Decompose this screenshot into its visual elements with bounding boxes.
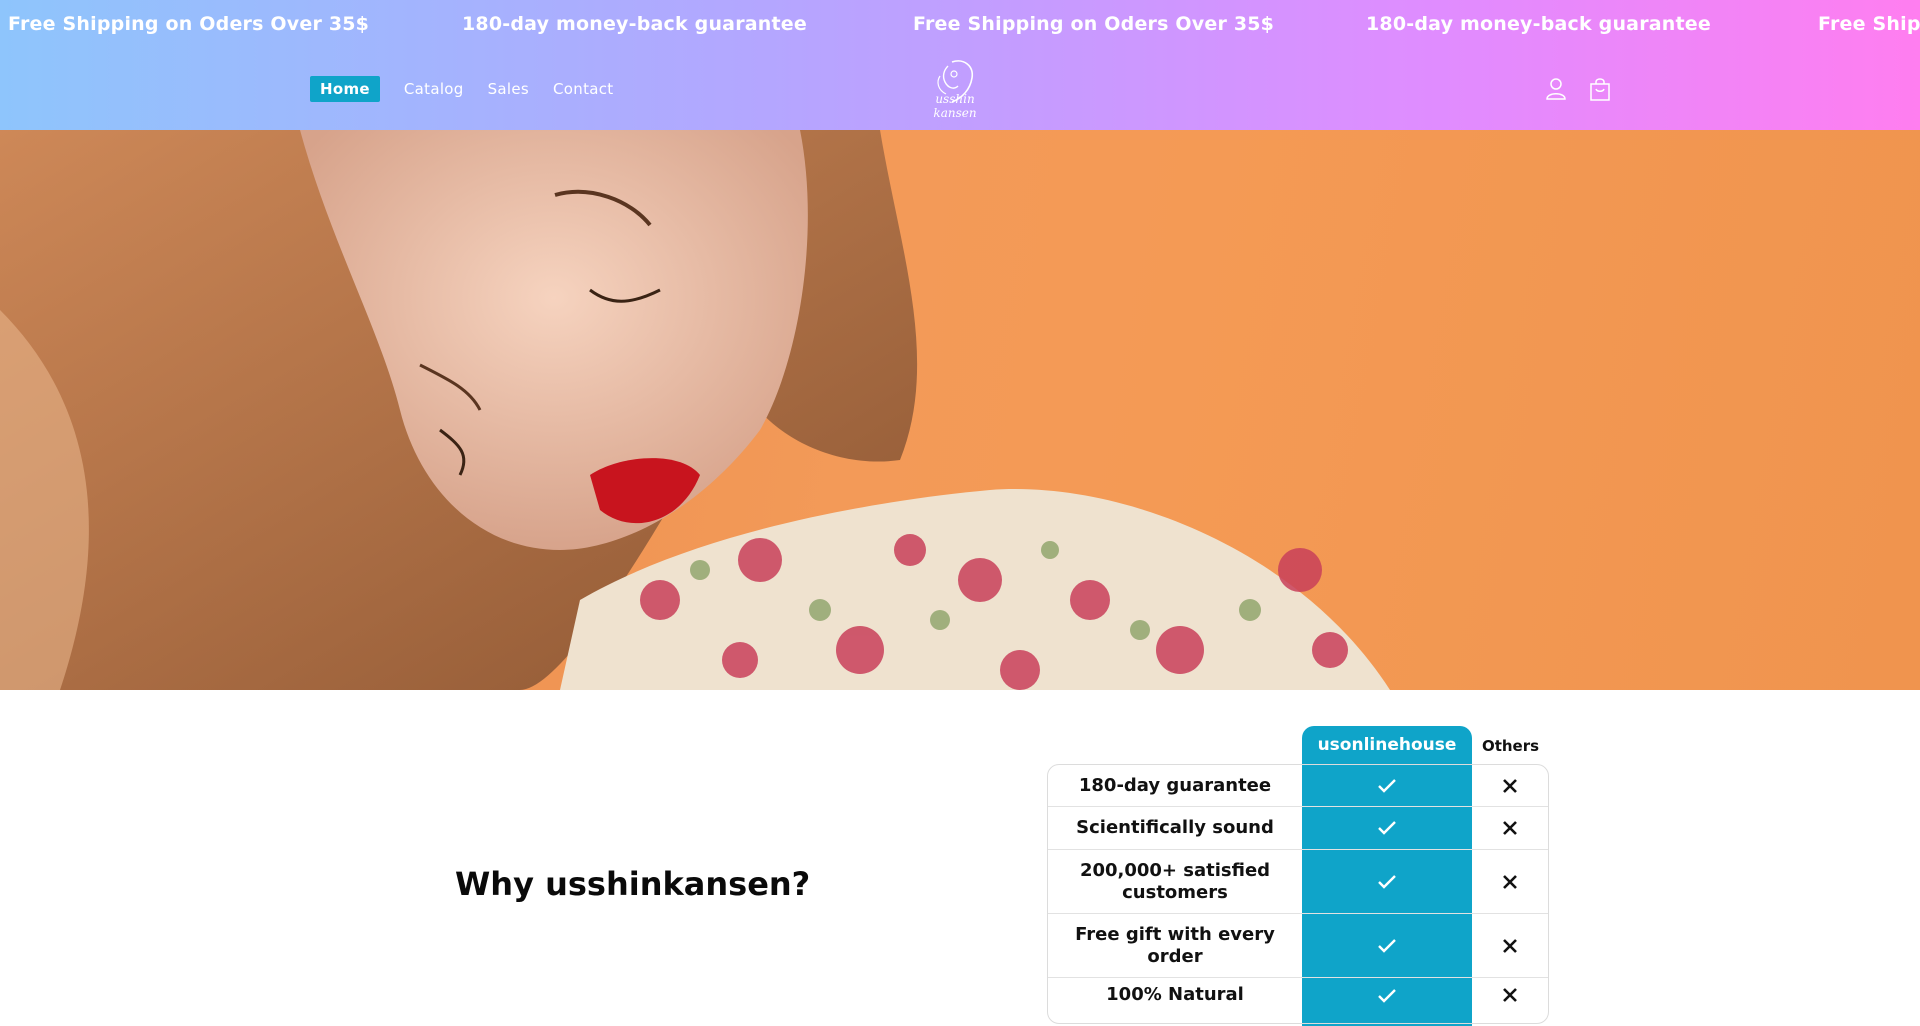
- comparison-row: Scientifically sound: [1048, 807, 1548, 850]
- account-icon[interactable]: [1543, 76, 1569, 102]
- why-heading: Why usshinkansen?: [455, 865, 811, 903]
- nav-item-home[interactable]: Home: [310, 76, 380, 102]
- x-icon: [1472, 850, 1548, 913]
- x-icon: [1472, 978, 1548, 1023]
- announcement-bar: Free Shipping on Oders Over 35$ 180-day …: [0, 0, 1920, 50]
- comparison-table: usonlinehouse Others 180-day guarantee S…: [1047, 726, 1549, 1026]
- site-logo[interactable]: usshin kansen: [912, 56, 998, 122]
- comparison-rows: 180-day guarantee Scientifically sound 2…: [1047, 764, 1549, 1024]
- nav-item-contact[interactable]: Contact: [553, 77, 613, 101]
- others-column-header: Others: [1481, 737, 1540, 755]
- brand-column-header: usonlinehouse: [1317, 735, 1457, 755]
- announcement-message: Free Shipping on Oders Over 35$: [8, 13, 370, 35]
- check-icon: [1302, 807, 1472, 849]
- feature-label: 200,000+ satisfied customers: [1079, 859, 1271, 903]
- x-icon: [1472, 914, 1548, 977]
- hero-banner-image: [0, 130, 1920, 690]
- hero-photo: [0, 130, 1390, 690]
- feature-label: Free gift with every order: [1075, 923, 1275, 967]
- comparison-row: 100% Natural: [1048, 978, 1548, 1023]
- nav-item-sales[interactable]: Sales: [488, 77, 529, 101]
- feature-label: 100% Natural: [1106, 984, 1244, 1005]
- check-icon: [1302, 765, 1472, 806]
- comparison-row: 200,000+ satisfied customers: [1048, 850, 1548, 914]
- check-icon: [1302, 978, 1472, 1023]
- main-nav: Home Catalog Sales Contact: [310, 76, 638, 102]
- announcement-message: 180-day money-back guarantee: [1366, 13, 1711, 35]
- nav-item-catalog[interactable]: Catalog: [404, 77, 464, 101]
- comparison-row: Free gift with every order: [1048, 914, 1548, 978]
- announcement-message: Free Shipping on Oders Over 35$: [1818, 13, 1920, 35]
- announcement-message: 180-day money-back guarantee: [462, 13, 807, 35]
- check-icon: [1302, 914, 1472, 977]
- logo-text: usshin kansen: [933, 92, 977, 120]
- comparison-row: 180-day guarantee: [1048, 765, 1548, 807]
- feature-label: Scientifically sound: [1076, 817, 1274, 838]
- site-header: Free Shipping on Oders Over 35$ 180-day …: [0, 0, 1920, 130]
- cart-icon[interactable]: [1587, 76, 1613, 102]
- announcement-message: Free Shipping on Oders Over 35$: [913, 13, 1275, 35]
- feature-label: 180-day guarantee: [1078, 774, 1272, 796]
- x-icon: [1472, 807, 1548, 849]
- check-icon: [1302, 850, 1472, 913]
- x-icon: [1472, 765, 1548, 806]
